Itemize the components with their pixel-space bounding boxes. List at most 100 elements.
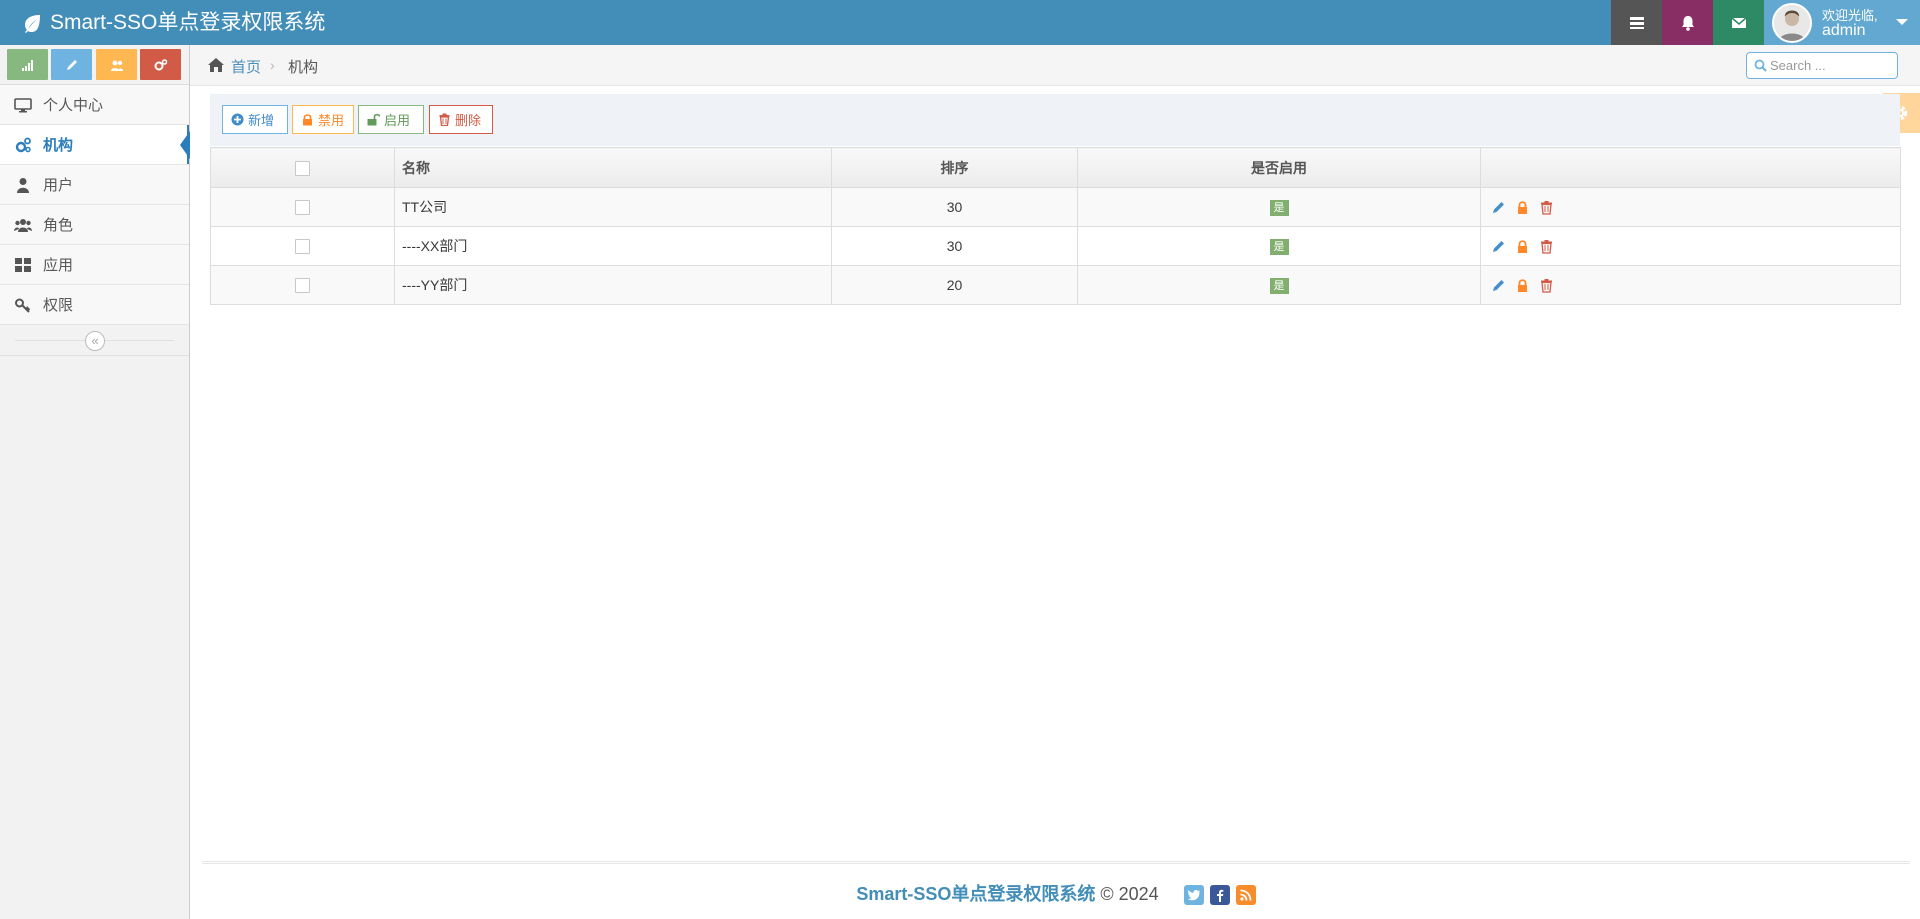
- table-header-row: 名称 排序 是否启用: [210, 147, 1901, 188]
- breadcrumb: 首页 › 机构: [190, 45, 1920, 86]
- rss-icon[interactable]: [1235, 885, 1256, 906]
- column-header-name[interactable]: 名称: [394, 147, 832, 188]
- sidebar-item-label: 权限: [43, 297, 74, 314]
- shortcut-users-button[interactable]: [96, 49, 137, 80]
- brand[interactable]: Smart-SSO单点登录权限系统: [22, 0, 325, 45]
- desktop-icon: [12, 96, 34, 114]
- edit-icon[interactable]: [1491, 200, 1507, 216]
- user-icon: [12, 176, 34, 194]
- table-row: ----XX部门 30 是: [210, 226, 1901, 266]
- enable-button[interactable]: 启用: [358, 105, 424, 134]
- users-icon: [110, 60, 123, 71]
- lock-icon[interactable]: [1515, 278, 1531, 294]
- user-name: admin: [1822, 21, 1866, 39]
- tasks-icon: [1629, 16, 1644, 29]
- sidebar-item-label: 个人中心: [43, 97, 104, 114]
- select-all-cell: [210, 147, 395, 188]
- column-header-sort[interactable]: 排序: [831, 147, 1078, 188]
- top-navbar: Smart-SSO单点登录权限系统 欢迎光临, admin: [0, 0, 1920, 45]
- row-actions: [1480, 187, 1901, 227]
- bell-icon: [1681, 15, 1694, 31]
- leaf-icon: [25, 14, 40, 33]
- footer: Smart-SSO单点登录权限系统 © 2024: [202, 861, 1910, 919]
- row-checkbox[interactable]: [295, 200, 310, 216]
- table-row: TT公司 30 是: [210, 187, 1901, 227]
- trash-icon: [439, 113, 450, 126]
- sidebar-item-permission[interactable]: 权限: [0, 285, 189, 325]
- trash-icon[interactable]: [1539, 200, 1555, 216]
- shortcut-cogs-button[interactable]: [140, 49, 181, 80]
- table-row: ----YY部门 20 是: [210, 265, 1901, 305]
- status-badge: 是: [1269, 200, 1289, 216]
- trash-icon[interactable]: [1539, 239, 1555, 255]
- tasks-button[interactable]: [1611, 0, 1662, 45]
- trash-icon[interactable]: [1539, 278, 1555, 294]
- sidebar-item-profile[interactable]: 个人中心: [0, 85, 189, 125]
- user-menu[interactable]: 欢迎光临, admin: [1764, 0, 1920, 45]
- edit-icon[interactable]: [1491, 278, 1507, 294]
- lock-icon[interactable]: [1515, 200, 1531, 216]
- disable-button-label: 禁用: [318, 113, 345, 128]
- lock-icon: [303, 114, 312, 126]
- edit-icon[interactable]: [1491, 239, 1507, 255]
- lock-icon[interactable]: [1515, 239, 1531, 255]
- breadcrumb-home-link[interactable]: 首页: [231, 56, 261, 77]
- row-checkbox[interactable]: [295, 239, 310, 255]
- breadcrumb-current: 机构: [288, 59, 319, 76]
- enable-button-label: 启用: [384, 113, 411, 128]
- sidebar-item-app[interactable]: 应用: [0, 245, 189, 285]
- search-icon: [1754, 59, 1767, 72]
- brand-title: Smart-SSO单点登录权限系统: [50, 11, 326, 34]
- column-header-actions: [1480, 147, 1901, 188]
- user-welcome: 欢迎光临,: [1822, 7, 1878, 23]
- key-icon: [12, 296, 34, 314]
- add-button[interactable]: 新增: [222, 105, 288, 134]
- row-actions: [1480, 265, 1901, 305]
- avatar: [1772, 2, 1812, 43]
- sidebar-item-role[interactable]: 角色: [0, 205, 189, 245]
- collapse-sidebar-button[interactable]: «: [85, 331, 105, 351]
- sidebar-collapse-row: «: [0, 325, 189, 356]
- footer-copyright: © 2024: [1100, 884, 1159, 904]
- plus-circle-icon: [231, 113, 244, 126]
- status-badge: 是: [1269, 239, 1289, 255]
- row-name: ----YY部门: [394, 265, 832, 305]
- status-badge: 是: [1269, 278, 1289, 294]
- notifications-button[interactable]: [1662, 0, 1713, 45]
- search-input[interactable]: [1770, 56, 1892, 75]
- row-sort: 30: [831, 226, 1078, 266]
- sidebar-item-user[interactable]: 用户: [0, 165, 189, 205]
- shortcut-pencil-button[interactable]: [51, 49, 92, 80]
- add-button-label: 新增: [248, 113, 275, 128]
- shortcut-signal-button[interactable]: [7, 49, 48, 80]
- row-checkbox[interactable]: [295, 278, 310, 294]
- column-header-enabled[interactable]: 是否启用: [1077, 147, 1481, 188]
- row-sort: 30: [831, 187, 1078, 227]
- home-icon: [208, 58, 224, 72]
- cogs-icon: [154, 58, 167, 70]
- org-table: 名称 排序 是否启用 TT公司 30 是 ----XX部门 30 是 ----Y…: [210, 147, 1901, 305]
- twitter-icon[interactable]: [1183, 885, 1204, 906]
- pencil-icon: [66, 59, 77, 70]
- caret-down-icon: [1896, 19, 1908, 25]
- facebook-icon[interactable]: [1209, 885, 1230, 906]
- search-box: [1746, 52, 1898, 79]
- sidebar-item-label: 用户: [43, 177, 74, 194]
- sidebar-item-label: 机构: [43, 137, 74, 154]
- select-all-checkbox[interactable]: [295, 160, 310, 176]
- sidebar-item-label: 应用: [43, 257, 74, 274]
- row-name: TT公司: [394, 187, 832, 227]
- delete-button-label: 删除: [455, 113, 482, 128]
- sidebar: 个人中心 机构 用户 角色 应用 权限 «: [0, 45, 190, 919]
- unlock-icon: [367, 113, 380, 126]
- delete-button[interactable]: 删除: [429, 105, 493, 134]
- signal-icon: [21, 59, 33, 71]
- messages-button[interactable]: [1713, 0, 1764, 45]
- sidebar-item-org[interactable]: 机构: [0, 125, 190, 165]
- disable-button[interactable]: 禁用: [292, 105, 354, 134]
- users-icon: [12, 216, 34, 234]
- envelope-icon: [1731, 16, 1746, 28]
- grid-icon: [12, 256, 34, 274]
- sidebar-shortcuts: [0, 45, 189, 85]
- footer-brand: Smart-SSO单点登录权限系统: [856, 884, 1096, 904]
